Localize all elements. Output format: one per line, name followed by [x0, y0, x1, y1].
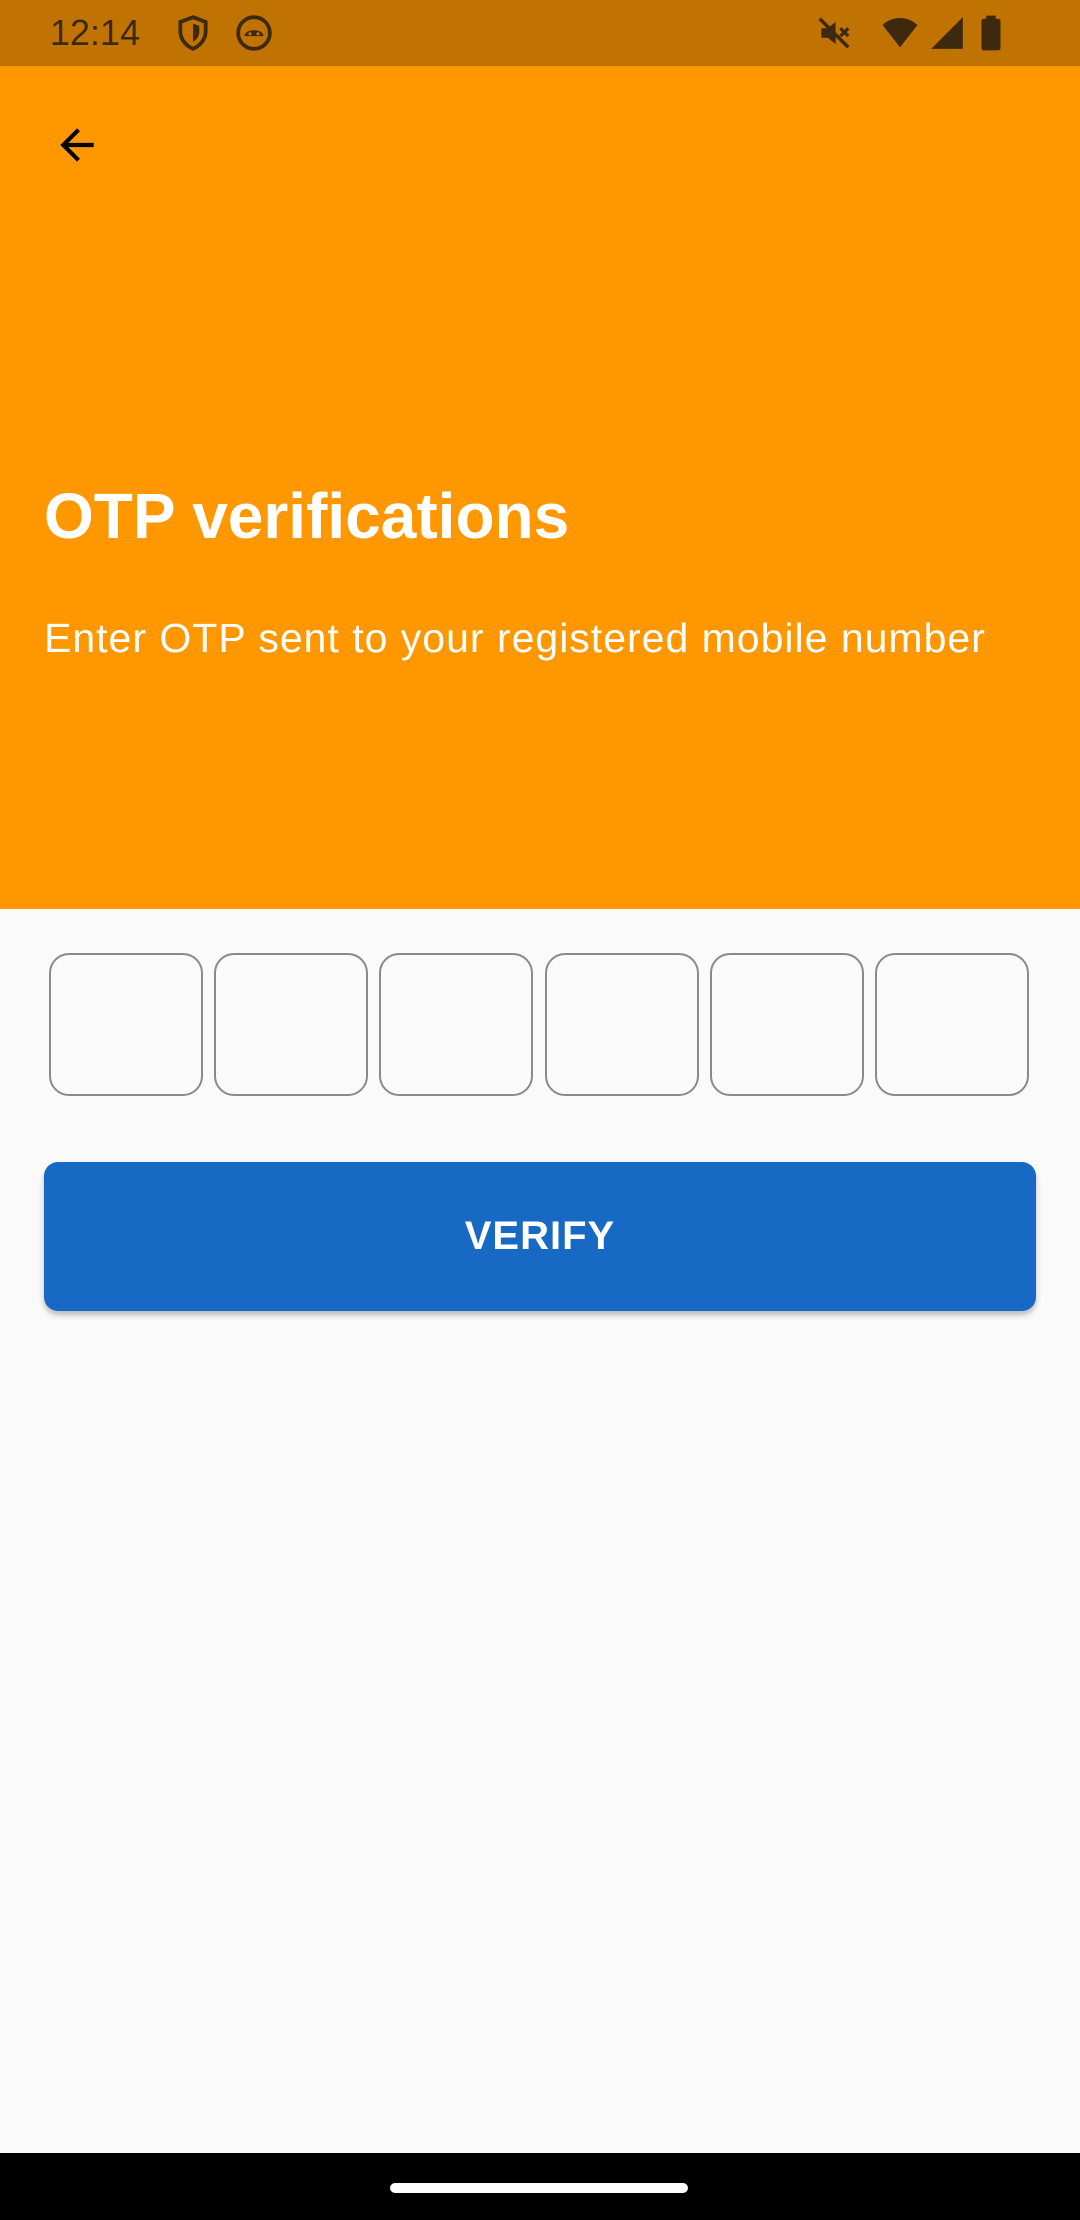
otp-digit-5[interactable] [710, 953, 864, 1096]
page-subtitle: Enter OTP sent to your registered mobile… [44, 615, 986, 661]
otp-screen: 12:14 OTP verifications Enter OTP sent t… [0, 0, 1080, 2220]
otp-digit-4[interactable] [545, 953, 699, 1096]
home-indicator[interactable] [390, 2183, 688, 2193]
signal-icon [928, 14, 966, 52]
battery-icon [976, 14, 1014, 52]
otp-digit-2[interactable] [214, 953, 368, 1096]
page-title: OTP verifications [44, 480, 570, 552]
navigation-bar [0, 2153, 1080, 2220]
android-face-icon [235, 14, 273, 52]
header: OTP verifications Enter OTP sent to your… [0, 66, 1080, 909]
status-time: 12:14 [50, 12, 141, 53]
mute-icon [815, 14, 853, 52]
back-button[interactable] [40, 110, 114, 184]
otp-digit-6[interactable] [875, 953, 1029, 1096]
shield-icon [174, 14, 212, 52]
arrow-back-icon [52, 120, 102, 175]
otp-digit-3[interactable] [379, 953, 533, 1096]
otp-digit-1[interactable] [49, 953, 203, 1096]
status-bar: 12:14 [0, 0, 1080, 66]
otp-input-row [49, 953, 1031, 1096]
wifi-icon [880, 14, 918, 52]
verify-button[interactable]: VERIFY [44, 1162, 1036, 1311]
